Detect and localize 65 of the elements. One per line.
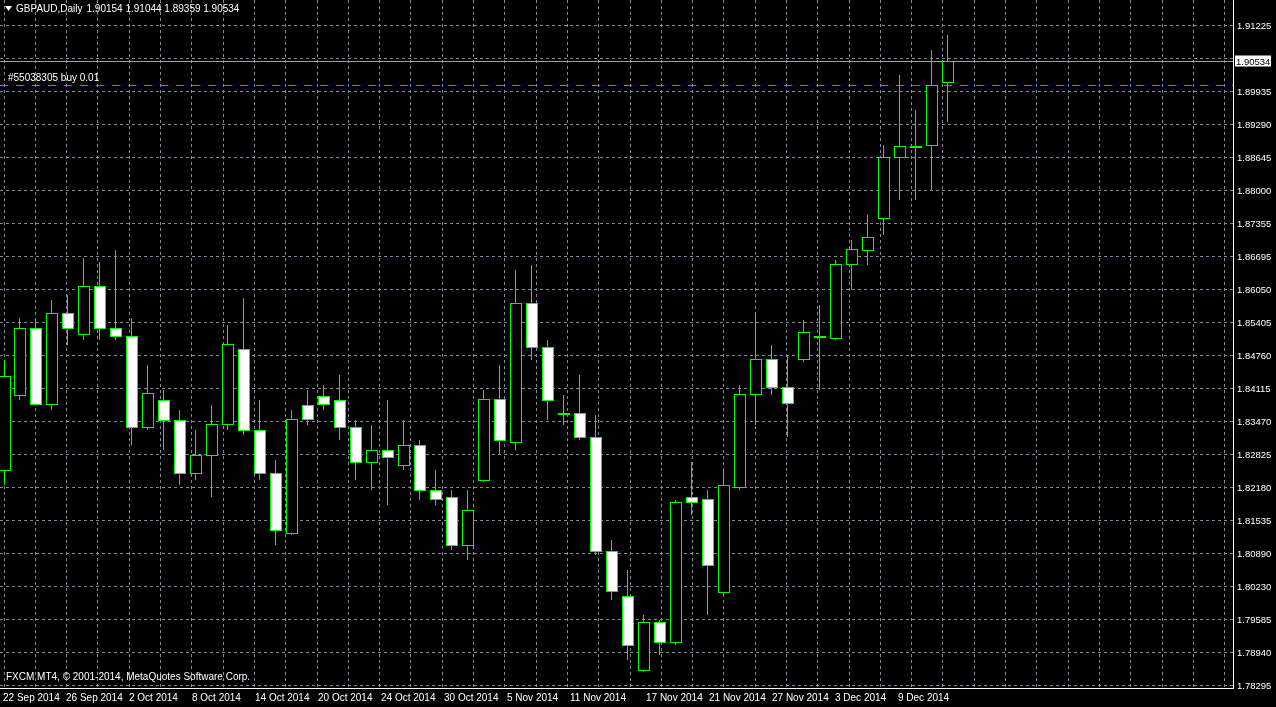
candlestick	[430, 469, 442, 506]
candlestick	[190, 429, 202, 481]
date-label: 2 Oct 2014	[129, 692, 178, 703]
price-label: 1.88645	[1237, 151, 1272, 163]
candlestick	[638, 614, 650, 673]
candlestick	[462, 489, 474, 561]
date-label: 21 Nov 2014	[709, 692, 766, 703]
date-label: 9 Dec 2014	[898, 692, 950, 703]
price-label: 1.84760	[1237, 349, 1272, 361]
candlestick	[558, 394, 570, 426]
candlestick	[334, 374, 346, 441]
date-label: 11 Nov 2014	[570, 692, 626, 703]
date-label: 24 Oct 2014	[381, 692, 436, 703]
date-label: 3 Dec 2014	[835, 692, 887, 703]
date-label: 14 Oct 2014	[255, 692, 310, 703]
price-label: 1.80230	[1237, 580, 1272, 592]
candlestick	[766, 344, 778, 396]
candlestick	[302, 389, 314, 426]
price-label: 1.82825	[1237, 448, 1272, 460]
price-label: 1.78295	[1237, 679, 1272, 691]
current-price-label: 1.90534	[1235, 55, 1272, 67]
price-label: 1.83470	[1237, 415, 1272, 427]
date-label: 20 Oct 2014	[318, 692, 373, 703]
date-label: 30 Oct 2014	[444, 692, 499, 703]
price-label: 1.89290	[1237, 118, 1272, 130]
symbol-label: GBPAUD,Daily	[16, 3, 83, 14]
price-label: 1.89935	[1237, 85, 1272, 97]
candlestick	[862, 214, 874, 266]
price-label: 1.87355	[1237, 217, 1272, 229]
price-label: 1.82180	[1237, 481, 1272, 493]
candlestick	[574, 374, 586, 441]
candlestick	[142, 364, 154, 431]
candlestick	[446, 489, 458, 551]
price-label: 1.79585	[1237, 613, 1272, 625]
candlestick	[350, 419, 362, 481]
candlestick	[318, 384, 330, 411]
date-label: 26 Sep 2014	[66, 692, 123, 703]
price-label: 1.78940	[1237, 646, 1272, 658]
candlestick	[398, 419, 410, 471]
ohlc-values: 1.90154 1.91044 1.89359 1.90534	[86, 3, 240, 14]
price-label: 1.80890	[1237, 547, 1272, 559]
date-label: 8 Oct 2014	[192, 692, 241, 703]
date-label: 17 Nov 2014	[646, 692, 703, 703]
date-label: 22 Sep 2014	[3, 692, 60, 703]
price-label: 1.86695	[1237, 250, 1272, 262]
price-label: 1.81535	[1237, 514, 1272, 526]
candlestick	[686, 461, 698, 516]
candlestick	[62, 294, 74, 346]
candlestick	[606, 539, 618, 601]
order-label: #55038305 buy 0.01	[8, 72, 100, 83]
copyright-text: FXCM MT4, © 2001-2014, MetaQuotes Software Corp.	[6, 671, 251, 682]
candlestick	[654, 619, 666, 656]
candlestick	[798, 319, 810, 363]
price-label: 1.88000	[1237, 184, 1272, 196]
price-label: 1.91225	[1237, 19, 1272, 31]
price-label: 1.86050	[1237, 283, 1272, 295]
dropdown-icon[interactable]	[5, 6, 12, 11]
candlestick	[846, 239, 858, 291]
candlestick	[414, 439, 426, 501]
price-label: 1.84115	[1237, 382, 1271, 394]
price-label: 1.85405	[1237, 316, 1272, 328]
candlestick	[158, 389, 170, 451]
candlestick	[366, 424, 378, 491]
date-label: 27 Nov 2014	[772, 692, 829, 703]
date-label: 5 Nov 2014	[507, 692, 559, 703]
